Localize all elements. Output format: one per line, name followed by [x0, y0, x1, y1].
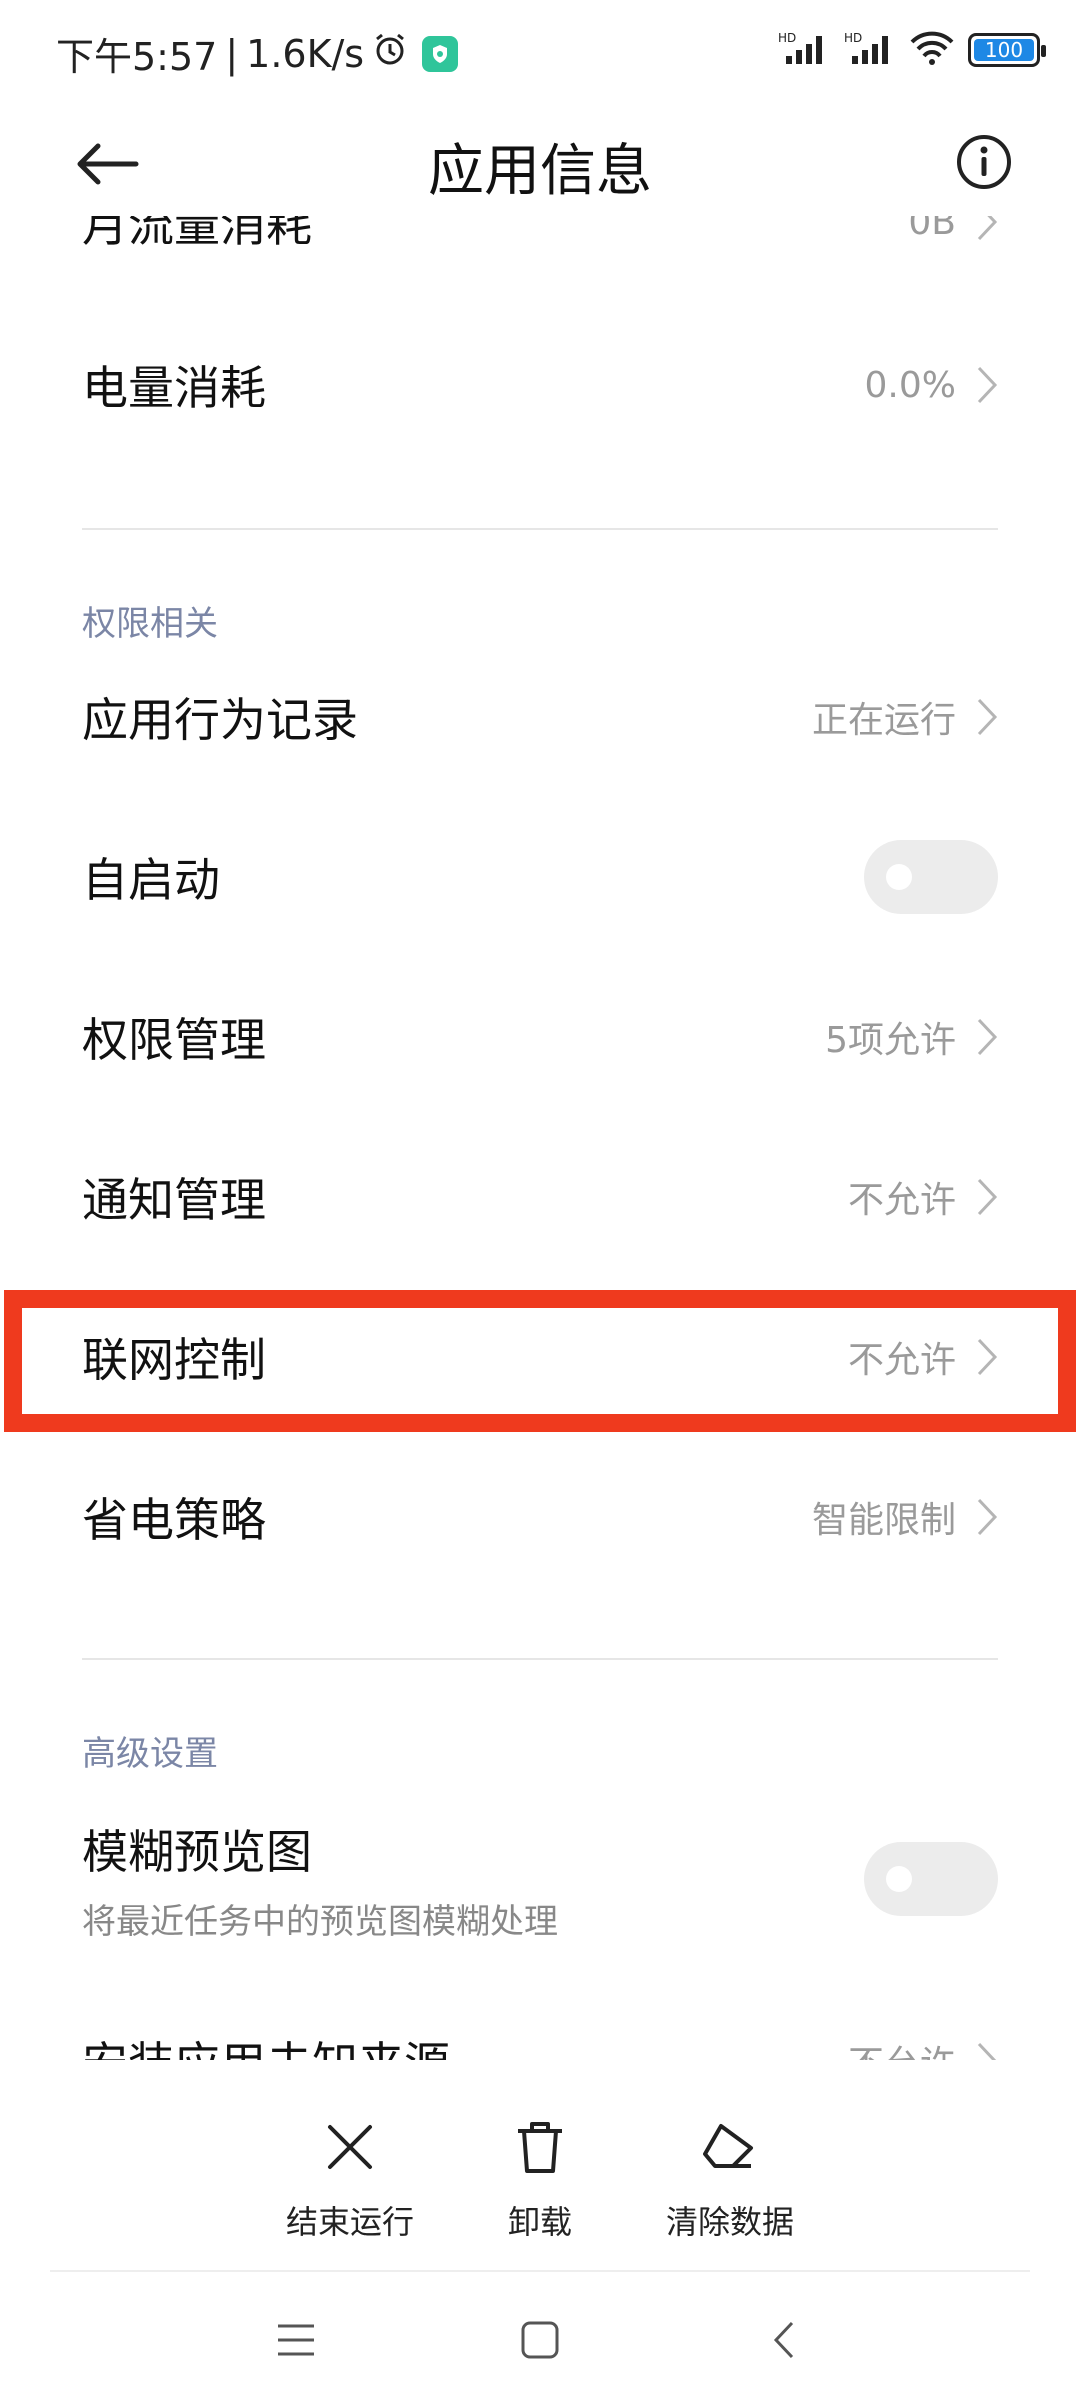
row-title: 通知管理 — [82, 1173, 266, 1227]
security-shield-icon — [422, 35, 459, 72]
action-label: 清除数据 — [665, 2203, 794, 2241]
chevron-right-icon — [977, 2042, 997, 2060]
alarm-icon — [372, 31, 408, 76]
signal-hd-icon-2: HD — [844, 30, 896, 70]
row-title: 安装应用未知来源 — [82, 2028, 450, 2060]
battery-icon: 100 — [968, 33, 1046, 67]
blur-preview-toggle[interactable] — [864, 1842, 998, 1916]
row-title: 省电策略 — [82, 1493, 266, 1547]
nav-home-button[interactable] — [510, 2310, 570, 2370]
bottom-action-bar: 结束运行 卸载 清除数据 — [0, 2060, 1080, 2270]
row-title: 模糊预览图 — [82, 1824, 312, 1879]
status-right: HD HD 100 — [778, 30, 1046, 70]
divider — [82, 1658, 998, 1660]
info-button[interactable] — [954, 132, 1014, 192]
row-notification-management[interactable]: 通知管理 不允许 — [82, 1142, 998, 1252]
row-monthly-data[interactable]: 月流量消耗 0B — [82, 216, 998, 272]
status-time: 下午5:57 — [56, 35, 218, 79]
highlight-box — [4, 1290, 1076, 1432]
settings-list[interactable]: 月流量消耗 0B 电量消耗 0.0% 权限相关 应用行为记录 正在运行 自启动 … — [0, 216, 1080, 2060]
row-subtitle: 将最近任务中的预览图模糊处理 — [82, 1901, 558, 1942]
action-label: 结束运行 — [285, 2203, 414, 2241]
signal-hd-icon-1: HD — [778, 30, 830, 70]
action-label: 卸载 — [507, 2203, 572, 2241]
title-bar: 应用信息 — [0, 104, 1080, 216]
row-value: 正在运行 — [812, 691, 998, 743]
row-value-text: 不允许 — [848, 2035, 956, 2060]
info-icon — [957, 135, 1011, 189]
autostart-toggle[interactable] — [864, 840, 998, 914]
home-square-icon — [521, 2321, 559, 2359]
row-value: 不允许 — [848, 1171, 998, 1223]
wifi-icon — [910, 30, 954, 70]
chevron-right-icon — [977, 1498, 998, 1536]
row-value-text: 5项允许 — [825, 1020, 956, 1061]
row-value: 不允许 — [848, 2035, 998, 2060]
status-net-speed: 1.6K/s — [246, 31, 365, 76]
section-header-advanced: 高级设置 — [82, 1734, 218, 1774]
row-unknown-sources[interactable]: 安装应用未知来源 不允许 — [82, 2006, 998, 2060]
eraser-icon — [703, 2124, 753, 2168]
row-value: 智能限制 — [812, 1491, 998, 1543]
row-value-text: 不允许 — [847, 1180, 956, 1221]
row-power-saving-policy[interactable]: 省电策略 智能限制 — [82, 1462, 998, 1572]
divider — [82, 528, 998, 530]
status-left: 下午5:57 | 1.6K/s — [56, 26, 459, 81]
row-value-text: 智能限制 — [811, 1500, 956, 1541]
chevron-right-icon — [977, 698, 998, 736]
section-header-permissions: 权限相关 — [82, 604, 218, 644]
row-blur-preview[interactable]: 模糊预览图 将最近任务中的预览图模糊处理 — [82, 1804, 998, 1954]
svg-text:HD: HD — [778, 31, 796, 45]
status-bar: 下午5:57 | 1.6K/s HD HD 100 — [0, 0, 1080, 104]
stop-running-button[interactable]: 结束运行 — [250, 2115, 450, 2243]
row-value: 0B — [908, 216, 998, 243]
row-value-text: 正在运行 — [811, 700, 956, 741]
navigation-bar — [0, 2272, 1080, 2400]
row-permission-management[interactable]: 权限管理 5项允许 — [82, 982, 998, 1092]
row-title: 自启动 — [82, 853, 220, 907]
battery-level: 100 — [984, 38, 1024, 62]
uninstall-button[interactable]: 卸载 — [440, 2115, 640, 2243]
nav-menu-button[interactable] — [266, 2310, 326, 2370]
svg-text:HD: HD — [844, 31, 862, 45]
row-battery-usage[interactable]: 电量消耗 0.0% — [82, 330, 998, 440]
row-value-text: 0.0% — [864, 364, 956, 406]
chevron-right-icon — [977, 366, 998, 404]
page-title: 应用信息 — [428, 139, 652, 204]
row-title: 月流量消耗 — [82, 216, 312, 252]
row-value: 5项允许 — [825, 1011, 998, 1063]
row-title: 应用行为记录 — [82, 693, 358, 747]
clear-data-button[interactable]: 清除数据 — [630, 2115, 830, 2243]
row-value: 0.0% — [865, 365, 998, 406]
trash-icon — [518, 2122, 562, 2173]
chevron-right-icon — [977, 1018, 998, 1056]
chevron-right-icon — [977, 1178, 998, 1216]
menu-icon — [278, 2324, 314, 2356]
row-value-text: 0B — [908, 216, 956, 243]
close-icon — [328, 2125, 372, 2169]
chevron-right-icon — [977, 216, 998, 241]
row-app-behavior[interactable]: 应用行为记录 正在运行 — [82, 662, 998, 772]
row-title: 权限管理 — [82, 1013, 266, 1067]
nav-back-button[interactable] — [754, 2310, 814, 2370]
row-title: 电量消耗 — [82, 361, 266, 415]
status-separator: | — [225, 31, 239, 76]
row-autostart[interactable]: 自启动 — [82, 822, 998, 932]
nav-back-chevron-icon — [773, 2321, 794, 2359]
row-text-block: 模糊预览图 将最近任务中的预览图模糊处理 — [82, 1816, 558, 1943]
